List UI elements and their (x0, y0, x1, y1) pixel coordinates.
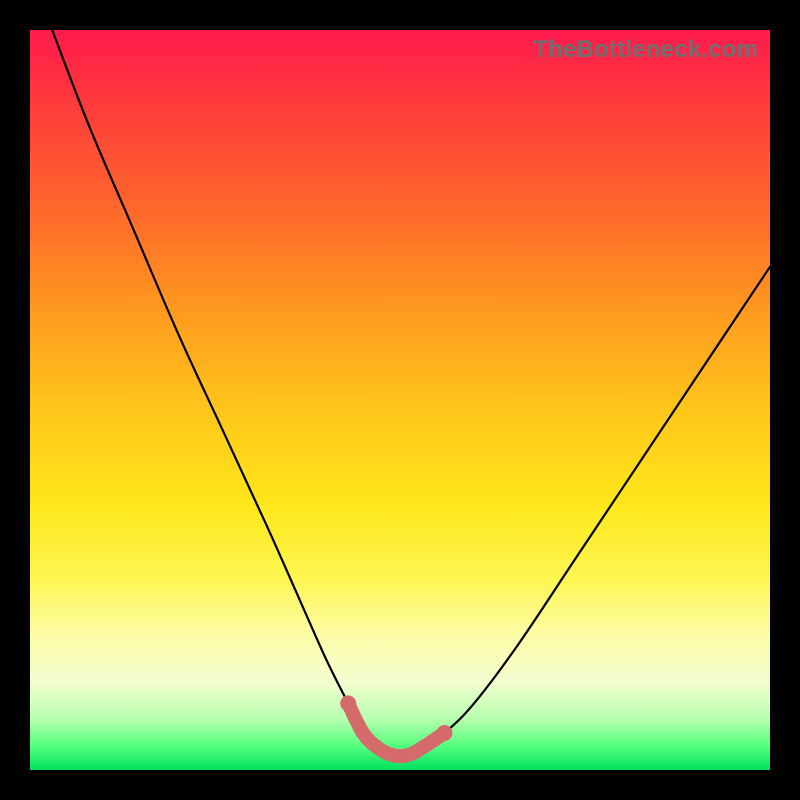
highlight-minimum-path (348, 703, 444, 756)
chart-svg (30, 30, 770, 770)
chart-plot-area: TheBottleneck.com (30, 30, 770, 770)
highlight-dot-icon (436, 725, 452, 741)
highlight-dot-icon (340, 695, 356, 711)
bottleneck-curve-path (52, 30, 770, 756)
chart-stage: TheBottleneck.com (0, 0, 800, 800)
